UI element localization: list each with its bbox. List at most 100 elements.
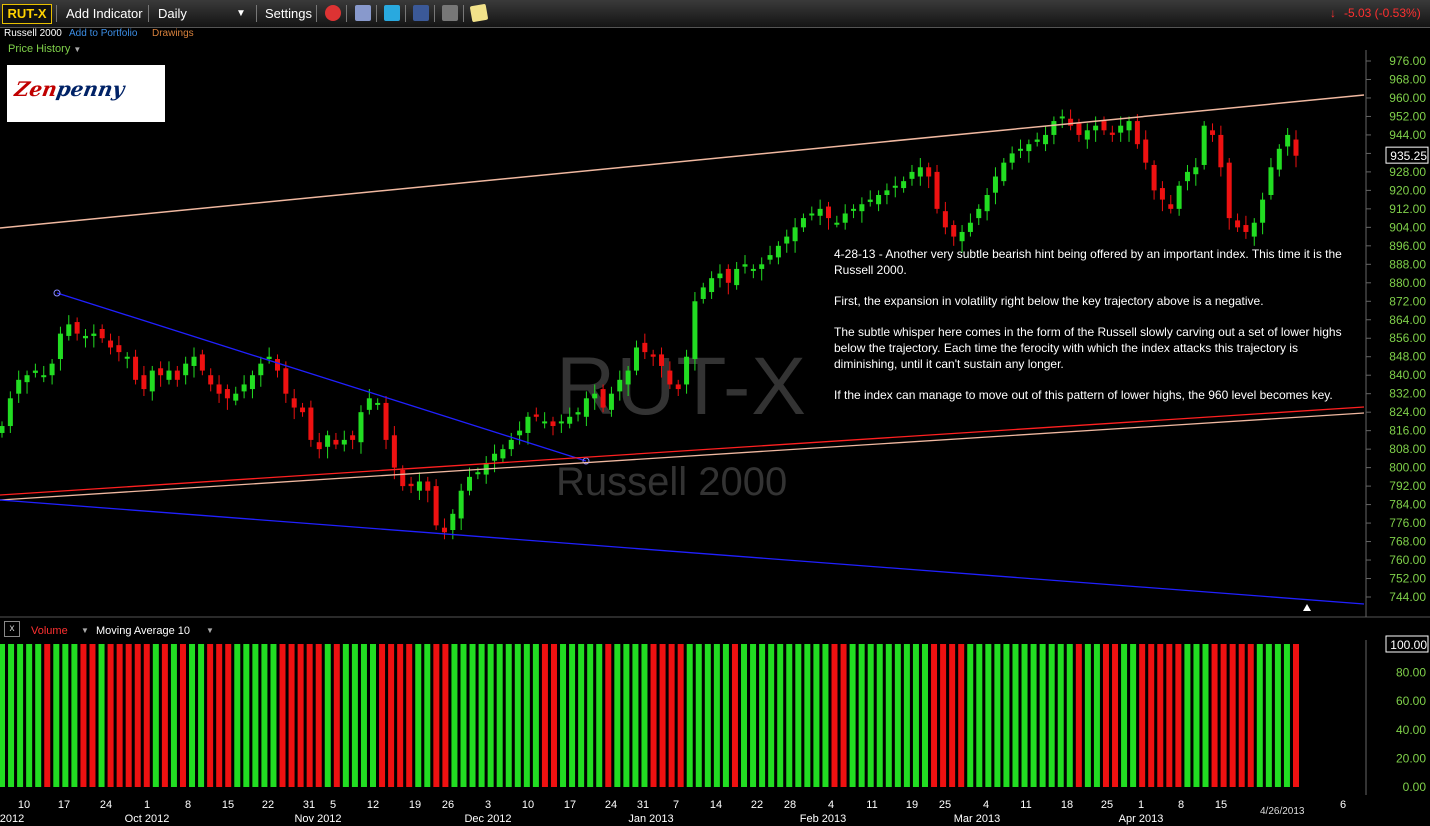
x-day-tick: 11 bbox=[866, 799, 877, 811]
candle-body bbox=[149, 370, 155, 392]
candle-body bbox=[859, 204, 865, 212]
x-day-tick: 25 bbox=[1101, 799, 1113, 811]
volume-bar bbox=[1293, 644, 1299, 787]
candle-body bbox=[684, 356, 690, 385]
volume-bar bbox=[1121, 644, 1128, 787]
volume-bar bbox=[306, 644, 313, 787]
volume-bar bbox=[433, 644, 440, 787]
candle-body bbox=[1159, 188, 1165, 200]
candle-body bbox=[24, 375, 30, 383]
candle-body bbox=[926, 167, 932, 177]
candle-body bbox=[1109, 132, 1115, 135]
candle-body bbox=[667, 370, 673, 385]
volume-bar bbox=[161, 644, 168, 787]
volume-bar bbox=[768, 644, 775, 787]
y-tick-label: 888.00 bbox=[1389, 257, 1426, 271]
candle-body bbox=[1034, 139, 1040, 142]
volume-bar bbox=[315, 644, 322, 787]
candle-body bbox=[341, 439, 347, 445]
volume-bar bbox=[578, 644, 585, 787]
candle-body bbox=[709, 278, 715, 293]
candle-body bbox=[1226, 162, 1232, 219]
volume-bar bbox=[1175, 644, 1182, 787]
x-day-tick: 14 bbox=[710, 799, 722, 811]
volume-bar bbox=[116, 644, 123, 787]
annotation-p2: First, the expansion in volatility right… bbox=[834, 294, 1264, 308]
volume-bar bbox=[876, 644, 883, 787]
annotation-text: 4-28-13 - Another very subtle bearish hi… bbox=[834, 246, 1354, 418]
x-day-tick: 25 bbox=[939, 799, 951, 811]
candle-body bbox=[659, 354, 665, 366]
volume-bar bbox=[532, 644, 539, 787]
volume-bar bbox=[903, 644, 910, 787]
volume-bar bbox=[1202, 644, 1209, 787]
volume-bar bbox=[17, 644, 24, 787]
candle-body bbox=[1051, 121, 1057, 135]
volume-bar bbox=[704, 644, 711, 787]
volume-bar bbox=[1057, 644, 1064, 787]
candle-body bbox=[183, 363, 189, 376]
volume-bar bbox=[388, 644, 395, 787]
close-panel-button[interactable]: x bbox=[4, 621, 20, 637]
support-trendline-red[interactable] bbox=[0, 406, 1365, 496]
x-day-tick: 19 bbox=[906, 799, 918, 811]
chevron-down-icon[interactable]: ▼ bbox=[206, 626, 214, 635]
volume-bar bbox=[659, 644, 666, 787]
volume-bar bbox=[605, 644, 612, 787]
volume-bar bbox=[89, 644, 96, 787]
volume-bar bbox=[1039, 644, 1046, 787]
volume-bar bbox=[867, 644, 874, 787]
volume-bar bbox=[958, 644, 965, 787]
y-tick-label: 760.00 bbox=[1389, 553, 1426, 567]
candle-body bbox=[49, 363, 55, 376]
candle-body bbox=[425, 481, 431, 491]
volume-bar bbox=[143, 644, 150, 787]
x-day-tick: 31 bbox=[637, 799, 649, 811]
y-tick-label: 944.00 bbox=[1389, 128, 1426, 142]
scroll-marker-icon[interactable] bbox=[1303, 604, 1311, 611]
volume-bar bbox=[813, 644, 820, 787]
y-tick-label: 896.00 bbox=[1389, 239, 1426, 253]
volume-bar bbox=[641, 644, 648, 787]
candle-body bbox=[1293, 139, 1299, 156]
y-tick-label: 776.00 bbox=[1389, 516, 1426, 530]
candle-body bbox=[1101, 121, 1107, 131]
y-tick-label: 856.00 bbox=[1389, 331, 1426, 345]
candle-body bbox=[467, 476, 473, 491]
candle-body bbox=[909, 171, 915, 179]
candle-body bbox=[1210, 130, 1216, 135]
candle-body bbox=[901, 181, 907, 189]
bottom-channel-line[interactable] bbox=[0, 499, 1365, 605]
upper-trendline[interactable] bbox=[0, 94, 1365, 229]
volume-bar bbox=[1265, 644, 1272, 787]
moving-average-label[interactable]: Moving Average 10 bbox=[96, 625, 190, 637]
x-day-tick: 8 bbox=[185, 799, 191, 811]
candle-body bbox=[1084, 130, 1090, 140]
volume-bar bbox=[677, 644, 684, 787]
candle-body bbox=[592, 393, 598, 399]
volume-bar bbox=[342, 644, 349, 787]
candle-body bbox=[74, 322, 80, 334]
volume-bar bbox=[134, 644, 141, 787]
volume-bar bbox=[53, 644, 60, 787]
volume-bar bbox=[98, 644, 105, 787]
candle-body bbox=[917, 167, 923, 177]
volume-bar bbox=[695, 644, 702, 787]
candle-body bbox=[525, 416, 531, 433]
volume-bar bbox=[397, 644, 404, 787]
candle-body bbox=[1126, 121, 1132, 131]
volume-bar bbox=[921, 644, 928, 787]
volume-bar bbox=[80, 644, 87, 787]
candle-body bbox=[116, 345, 122, 353]
chevron-down-icon[interactable]: ▼ bbox=[81, 626, 89, 635]
volume-bar bbox=[505, 644, 512, 787]
x-day-tick: 12 bbox=[367, 799, 379, 811]
volume-bar bbox=[713, 644, 720, 787]
candle-body bbox=[575, 412, 581, 415]
candle-body bbox=[717, 273, 723, 279]
support-trendline-light[interactable] bbox=[0, 412, 1365, 501]
candle-body bbox=[500, 449, 506, 459]
x-day-tick: 3 bbox=[485, 799, 491, 811]
volume-bar bbox=[985, 644, 992, 787]
candle-body bbox=[316, 442, 322, 450]
